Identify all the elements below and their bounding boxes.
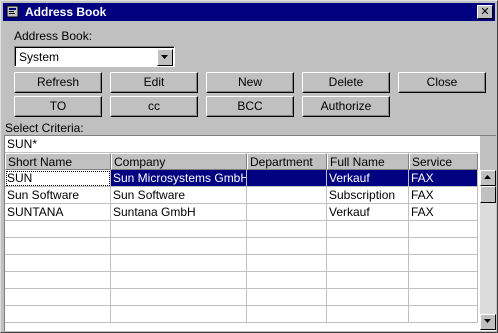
vertical-scrollbar[interactable] xyxy=(480,170,496,330)
scroll-thumb[interactable] xyxy=(480,186,496,203)
empty-row xyxy=(5,238,478,255)
arrow-down-icon xyxy=(484,319,491,323)
edit-button[interactable]: Edit xyxy=(110,72,198,93)
to-button[interactable]: TO xyxy=(14,96,102,117)
table-row[interactable]: Sun Software Sun Software Subscription F… xyxy=(5,187,478,204)
refresh-button[interactable]: Refresh xyxy=(14,72,102,93)
chevron-down-icon xyxy=(161,55,168,59)
cell-short-name[interactable]: Sun Software xyxy=(5,187,111,204)
column-header-short-name[interactable]: Short Name xyxy=(5,153,111,170)
cell-company[interactable]: Sun Software xyxy=(111,187,247,204)
empty-row xyxy=(5,255,478,272)
table-row[interactable]: SUN Sun Microsystems GmbH Verkauf FAX xyxy=(5,170,478,187)
cell-service[interactable]: FAX xyxy=(409,187,478,204)
table-row[interactable]: SUNTANA Suntana GmbH Verkauf FAX xyxy=(5,204,478,221)
cell-full-name[interactable]: Verkauf xyxy=(327,204,409,221)
empty-row xyxy=(5,221,478,238)
address-book-select[interactable]: System xyxy=(14,46,175,67)
delete-button[interactable]: Delete xyxy=(302,72,390,93)
cell-service[interactable]: FAX xyxy=(409,170,478,187)
column-header-company[interactable]: Company xyxy=(111,153,247,170)
address-grid[interactable]: SUN* Short Name Company Department Full … xyxy=(4,135,496,331)
empty-row xyxy=(5,272,478,289)
column-header-full-name[interactable]: Full Name xyxy=(327,153,409,170)
criteria-value: SUN* xyxy=(7,137,38,151)
cell-short-name[interactable]: SUN xyxy=(5,170,111,187)
address-book-value: System xyxy=(19,50,60,64)
empty-row xyxy=(5,289,478,306)
cell-full-name[interactable]: Verkauf xyxy=(327,170,409,187)
cell-department[interactable] xyxy=(247,204,327,221)
criteria-input[interactable]: SUN* xyxy=(5,136,478,153)
column-header-department[interactable]: Department xyxy=(247,153,327,170)
dropdown-arrow-button[interactable] xyxy=(157,49,173,66)
address-book-window: Address Book ✕ Address Book: System Refr… xyxy=(0,0,498,333)
cell-department[interactable] xyxy=(247,170,327,187)
table-header: Short Name Company Department Full Name … xyxy=(5,153,478,170)
authorize-button[interactable]: Authorize xyxy=(302,96,390,117)
close-window-button[interactable]: ✕ xyxy=(477,5,493,19)
cell-company[interactable]: Sun Microsystems GmbH xyxy=(111,170,247,187)
new-button[interactable]: New xyxy=(206,72,294,93)
cc-button[interactable]: cc xyxy=(110,96,198,117)
book-icon xyxy=(6,5,20,18)
bcc-button[interactable]: BCC xyxy=(206,96,294,117)
window-title: Address Book xyxy=(25,5,107,19)
column-header-service[interactable]: Service xyxy=(409,153,478,170)
close-button[interactable]: Close xyxy=(398,72,486,93)
title-bar[interactable]: Address Book ✕ xyxy=(3,3,495,21)
scroll-up-button[interactable] xyxy=(480,170,496,186)
cell-full-name[interactable]: Subscription xyxy=(327,187,409,204)
cell-company[interactable]: Suntana GmbH xyxy=(111,204,247,221)
table-body: SUN Sun Microsystems GmbH Verkauf FAX Su… xyxy=(5,170,478,332)
cell-short-name[interactable]: SUNTANA xyxy=(5,204,111,221)
cell-department[interactable] xyxy=(247,187,327,204)
select-criteria-label: Select Criteria: xyxy=(5,121,84,135)
scroll-down-button[interactable] xyxy=(480,314,496,330)
empty-row xyxy=(5,306,478,323)
scroll-corner xyxy=(480,136,496,170)
arrow-up-icon xyxy=(484,175,491,179)
address-book-label: Address Book: xyxy=(14,29,93,43)
cell-service[interactable]: FAX xyxy=(409,204,478,221)
